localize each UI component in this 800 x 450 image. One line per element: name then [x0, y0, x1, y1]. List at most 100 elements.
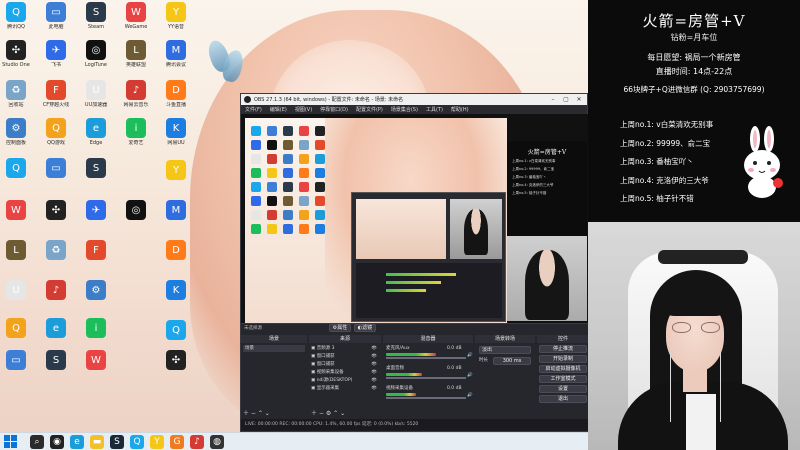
desktop-icon[interactable]: U UU加速器 [76, 80, 116, 120]
desktop-icon[interactable]: ✈ [76, 200, 116, 240]
taskbar-search-icon[interactable]: ⌕ [30, 434, 44, 449]
source-item[interactable]: ▣ 显示器采集 👁 [311, 385, 379, 392]
taskbar-yy-icon[interactable]: Y [150, 434, 164, 449]
desktop-icon[interactable]: ♻ 回收站 [0, 80, 36, 120]
scene-item[interactable]: 场景 [243, 345, 305, 352]
desktop-icon[interactable]: ✣ Studio One [0, 40, 36, 80]
source-add-remove-icon[interactable]: ＋ − ⚙ ⌃ ⌄ [311, 410, 345, 417]
desktop-icon[interactable]: ⚙ [76, 280, 116, 320]
desktop-icon[interactable]: ✣ [36, 200, 76, 240]
close-icon[interactable]: ✕ [574, 96, 584, 103]
taskbar-qq-icon[interactable]: Q [130, 434, 144, 449]
desktop-icon[interactable]: Y YY语音 [156, 2, 196, 42]
visibility-icon[interactable]: 👁 [371, 369, 377, 376]
desktop-icon[interactable]: ▭ [36, 158, 76, 198]
source-item[interactable]: ▣ 音频源 3 👁 [311, 345, 379, 352]
speaker-icon[interactable]: 🔊 [467, 372, 473, 379]
menu-scene-collection[interactable]: 场景集合(S) [391, 106, 418, 113]
desktop-icon[interactable]: M [156, 200, 196, 240]
desktop-icon[interactable]: W [76, 350, 116, 390]
visibility-icon[interactable]: 👁 [371, 345, 377, 352]
source-item[interactable]: ▣ 窗口捕获 👁 [311, 353, 379, 360]
control-button[interactable]: 退出 [539, 395, 587, 403]
obs-titlebar[interactable]: OBS 27.1.3 (64 bit, windows) - 配置文件: 未命名… [241, 94, 587, 105]
taskbar-explorer-icon[interactable]: ▬ [90, 434, 104, 449]
scene-add-remove-icon[interactable]: ＋ − ⌃ ⌄ [243, 410, 270, 417]
desktop-icon[interactable]: M 腾讯会议 [156, 40, 196, 80]
source-item[interactable]: ▣ ndi源(DESKTOP) 👁 [311, 377, 379, 384]
desktop-icon[interactable]: Q QQ游戏 [36, 118, 76, 158]
taskbar-music-icon[interactable]: ♪ [190, 434, 204, 449]
desktop-icon[interactable]: F CF穿越火线 [36, 80, 76, 120]
visibility-icon[interactable]: 👁 [371, 385, 377, 392]
desktop-icon[interactable]: ▭ 此电脑 [36, 2, 76, 42]
desktop-icon[interactable]: K 网易UU [156, 118, 196, 158]
menu-docks[interactable]: 停靠窗口(D) [320, 106, 348, 113]
desktop-icon[interactable]: e Edge [76, 118, 116, 158]
source-item[interactable]: ▣ 窗口捕获 👁 [311, 361, 379, 368]
app-icon: ◎ [126, 200, 146, 220]
desktop-icon[interactable]: W WeGame [116, 2, 156, 42]
source-item[interactable]: ▣ 视频采集设备 👁 [311, 369, 379, 376]
visibility-icon[interactable]: 👁 [371, 361, 377, 368]
obs-window[interactable]: OBS 27.1.3 (64 bit, windows) - 配置文件: 未命名… [240, 93, 589, 432]
desktop-icon[interactable]: ◎ LogiTune [76, 40, 116, 80]
desktop-icon[interactable]: U [0, 280, 36, 320]
volume-slider[interactable] [386, 357, 466, 359]
desktop-icon[interactable]: ♪ [36, 280, 76, 320]
control-button[interactable]: 工作室模式 [539, 375, 587, 383]
desktop-icon[interactable]: ✣ [156, 350, 196, 390]
preview-mini-icon [251, 224, 261, 234]
menu-view[interactable]: 视图(V) [295, 106, 312, 113]
taskbar-obs-icon[interactable]: ◉ [50, 434, 64, 449]
speaker-icon[interactable]: 🔊 [467, 392, 473, 399]
speaker-icon[interactable]: 🔊 [467, 352, 473, 359]
visibility-icon[interactable]: 👁 [371, 353, 377, 360]
desktop-icon[interactable]: Q 腾讯QQ [0, 2, 36, 42]
maximize-icon[interactable]: ▢ [561, 96, 571, 103]
menu-profile[interactable]: 配置文件(P) [356, 106, 383, 113]
desktop-icon[interactable]: D 斗鱼直播 [156, 80, 196, 120]
taskbar-steam-icon[interactable]: S [110, 434, 124, 449]
desktop-icon[interactable]: S Steam [76, 2, 116, 42]
controls-dock-header: 控件 [537, 335, 589, 343]
menu-tools[interactable]: 工具(T) [426, 106, 443, 113]
desktop-icon[interactable]: Y [156, 160, 196, 200]
properties-button[interactable]: ⚙属性 [329, 324, 351, 332]
desktop-icon[interactable]: F [76, 240, 116, 280]
desktop-icon[interactable]: i 爱奇艺 [116, 118, 156, 158]
control-button[interactable]: 设置 [539, 385, 587, 393]
desktop-icon[interactable]: L [0, 240, 36, 280]
taskbar-game-icon[interactable]: G [170, 434, 184, 449]
minimize-icon[interactable]: – [548, 96, 558, 103]
desktop-icon[interactable]: Q [0, 158, 36, 198]
menu-edit[interactable]: 编辑(E) [270, 106, 287, 113]
control-button[interactable]: 启动虚拟摄像机 [539, 365, 587, 373]
visibility-icon[interactable]: 👁 [371, 377, 377, 384]
menu-help[interactable]: 帮助(H) [451, 106, 469, 113]
desktop-icon[interactable]: ⚙ 控制面板 [0, 118, 36, 158]
desktop-icon[interactable]: L 英雄联盟 [116, 40, 156, 80]
volume-slider[interactable] [386, 377, 466, 379]
desktop-icon[interactable]: ✈ 飞书 [36, 40, 76, 80]
desktop-icon[interactable]: S [76, 158, 116, 198]
desktop-icon[interactable]: ♪ 网易云音乐 [116, 80, 156, 120]
control-button[interactable]: 开始录制 [539, 355, 587, 363]
control-button[interactable]: 停止推流 [539, 345, 587, 353]
taskbar-edge-icon[interactable]: e [70, 434, 84, 449]
taskbar-app-icon[interactable]: ◍ [210, 434, 224, 449]
filters-button[interactable]: ◐滤镜 [354, 324, 376, 332]
menu-file[interactable]: 文件(F) [245, 106, 262, 113]
windows-start-icon[interactable] [4, 434, 18, 449]
desktop-icon[interactable]: W [0, 200, 36, 240]
transition-duration-input[interactable]: 300 ms [493, 357, 531, 365]
desktop-icon[interactable]: D [156, 240, 196, 280]
volume-slider[interactable] [386, 397, 466, 399]
transition-select[interactable]: 淡出 [479, 346, 531, 354]
app-icon: U [86, 80, 106, 100]
desktop-icon[interactable]: ▭ [0, 350, 36, 390]
desktop-icon[interactable]: ♻ [36, 240, 76, 280]
desktop-icon[interactable]: K [156, 280, 196, 320]
desktop-icon[interactable]: ◎ [116, 200, 156, 240]
desktop-icon[interactable]: S [36, 350, 76, 390]
